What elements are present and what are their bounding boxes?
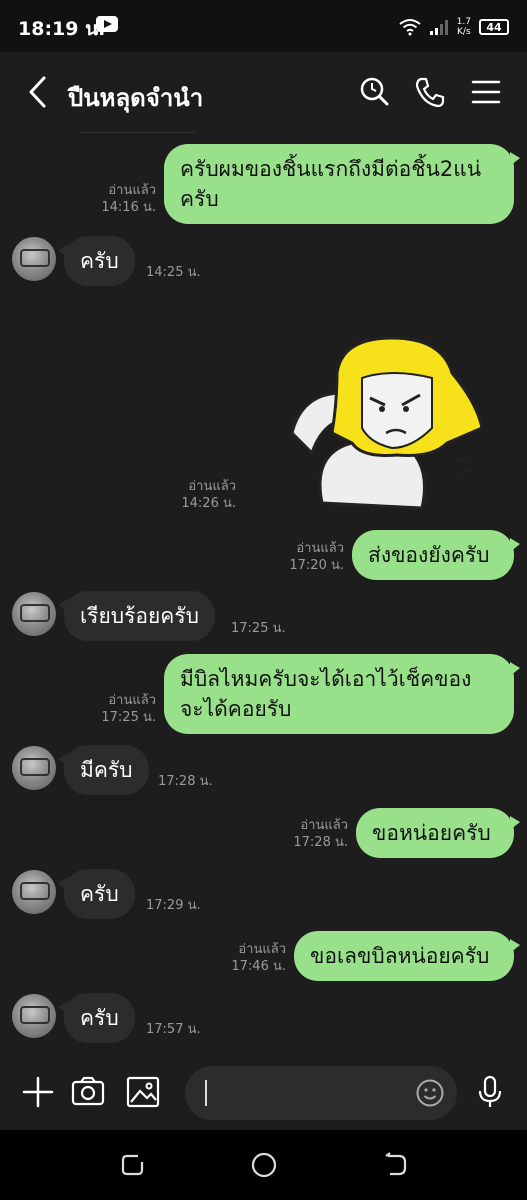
wifi-icon bbox=[399, 19, 421, 36]
message-text: มีครับ bbox=[80, 758, 133, 782]
message-input[interactable] bbox=[185, 1066, 457, 1120]
message-time: 17:20 น. bbox=[289, 558, 344, 573]
text-caret bbox=[205, 1080, 207, 1106]
read-receipt: อ่านแล้ว bbox=[238, 942, 286, 957]
status-time: 18:19 น. bbox=[18, 18, 106, 40]
incoming-message-bubble[interactable]: เรียบร้อยครับ bbox=[58, 591, 215, 641]
message-time: 17:25 น. bbox=[231, 621, 286, 636]
status-bar: 18:19 น. 1.7 K/s 44 bbox=[0, 0, 527, 52]
outgoing-message-bubble[interactable]: ขอหน่อยครับ bbox=[356, 808, 520, 858]
avatar[interactable] bbox=[12, 237, 56, 281]
battery-icon: 44 bbox=[479, 19, 509, 35]
incoming-message-bubble[interactable]: มีครับ bbox=[58, 745, 149, 795]
avatar[interactable] bbox=[12, 870, 56, 914]
outgoing-message-bubble[interactable]: มีบิลไหมครับจะได้เอาไว้เช็คของ จะได้คอยร… bbox=[164, 654, 520, 734]
message-text: ครับ bbox=[80, 882, 119, 906]
battery-level: 44 bbox=[486, 20, 502, 34]
image-icon[interactable] bbox=[123, 1072, 163, 1112]
message-text-line: มีบิลไหมครับจะได้เอาไว้เช็คของ bbox=[180, 667, 472, 691]
message-input-bar bbox=[0, 1054, 527, 1130]
signal-icon bbox=[429, 20, 448, 35]
message-text-line: ครับผมของชิ้นแรกถึงมีต่อชิ้น2แน่ bbox=[180, 157, 482, 181]
read-receipt: อ่านแล้ว bbox=[188, 479, 236, 494]
avatar[interactable] bbox=[12, 746, 56, 790]
back-arrow-icon[interactable] bbox=[22, 74, 52, 110]
outgoing-message-bubble[interactable]: ครับผมของชิ้นแรกถึงมีต่อชิ้น2แน่ ครับ bbox=[164, 144, 520, 224]
microphone-icon[interactable] bbox=[470, 1072, 510, 1112]
message-time: 14:26 น. bbox=[181, 496, 236, 511]
date-divider bbox=[80, 132, 195, 133]
network-speed-value: 1.7 bbox=[456, 17, 471, 27]
message-meta: อ่านแล้ว 17:25 น. bbox=[96, 692, 156, 726]
read-receipt: อ่านแล้ว bbox=[108, 693, 156, 708]
avatar[interactable] bbox=[12, 592, 56, 636]
message-time: 17:29 น. bbox=[146, 898, 201, 913]
incoming-message-bubble[interactable]: ครับ bbox=[58, 236, 135, 286]
message-text: ครับ bbox=[80, 249, 119, 273]
message-time: 17:25 น. bbox=[101, 710, 156, 725]
message-time: 17:28 น. bbox=[293, 835, 348, 850]
message-text-line: จะได้คอยรับ bbox=[180, 697, 292, 721]
youtube-notification-icon bbox=[96, 16, 118, 32]
read-receipt: อ่านแล้ว bbox=[296, 541, 344, 556]
read-receipt: อ่านแล้ว bbox=[108, 183, 156, 198]
chat-title: ปืนหลุดจำนำ bbox=[68, 84, 204, 112]
menu-icon[interactable] bbox=[470, 74, 504, 110]
message-meta: อ่านแล้ว 17:46 น. bbox=[226, 941, 286, 975]
home-icon[interactable] bbox=[249, 1150, 279, 1180]
message-meta: อ่านแล้ว 17:28 น. bbox=[288, 817, 348, 851]
network-speed: 1.7 K/s bbox=[457, 17, 471, 37]
message-time: 17:46 น. bbox=[231, 959, 286, 974]
message-text: ขอเลขบิลหน่อยครับ bbox=[310, 944, 490, 968]
system-nav-bar bbox=[0, 1130, 527, 1200]
incoming-message-bubble[interactable]: ครับ bbox=[58, 993, 135, 1043]
emoji-icon[interactable] bbox=[415, 1078, 445, 1108]
message-meta: อ่านแล้ว 14:16 น. bbox=[96, 182, 156, 216]
message-text-line: ครับ bbox=[180, 187, 219, 211]
message-text: เรียบร้อยครับ bbox=[80, 604, 199, 628]
message-time: 14:16 น. bbox=[101, 200, 156, 215]
back-icon[interactable] bbox=[380, 1150, 410, 1180]
phone-icon[interactable] bbox=[413, 74, 447, 110]
status-right: 1.7 K/s 44 bbox=[399, 14, 509, 40]
avatar[interactable] bbox=[12, 994, 56, 1038]
message-time: 17:57 น. bbox=[146, 1022, 201, 1037]
outgoing-message-bubble[interactable]: ขอเลขบิลหน่อยครับ bbox=[294, 931, 520, 981]
message-text: ส่งของยังครับ bbox=[368, 543, 490, 567]
search-icon[interactable] bbox=[358, 74, 392, 110]
plus-icon[interactable] bbox=[18, 1072, 58, 1112]
chat-header: ปืนหลุดจำนำ bbox=[0, 52, 527, 132]
camera-icon[interactable] bbox=[68, 1072, 108, 1112]
network-speed-unit: K/s bbox=[457, 27, 471, 37]
sticker-image[interactable] bbox=[282, 333, 492, 513]
message-meta: อ่านแล้ว 14:26 น. bbox=[176, 478, 236, 512]
outgoing-message-bubble[interactable]: ส่งของยังครับ bbox=[352, 530, 520, 580]
read-receipt: อ่านแล้ว bbox=[300, 818, 348, 833]
recents-icon[interactable] bbox=[118, 1150, 148, 1180]
message-time: 14:25 น. bbox=[146, 265, 201, 280]
message-text: ครับ bbox=[80, 1006, 119, 1030]
incoming-message-bubble[interactable]: ครับ bbox=[58, 869, 135, 919]
message-text: ขอหน่อยครับ bbox=[372, 821, 491, 845]
message-time: 17:28 น. bbox=[158, 774, 213, 789]
message-meta: อ่านแล้ว 17:20 น. bbox=[284, 540, 344, 574]
